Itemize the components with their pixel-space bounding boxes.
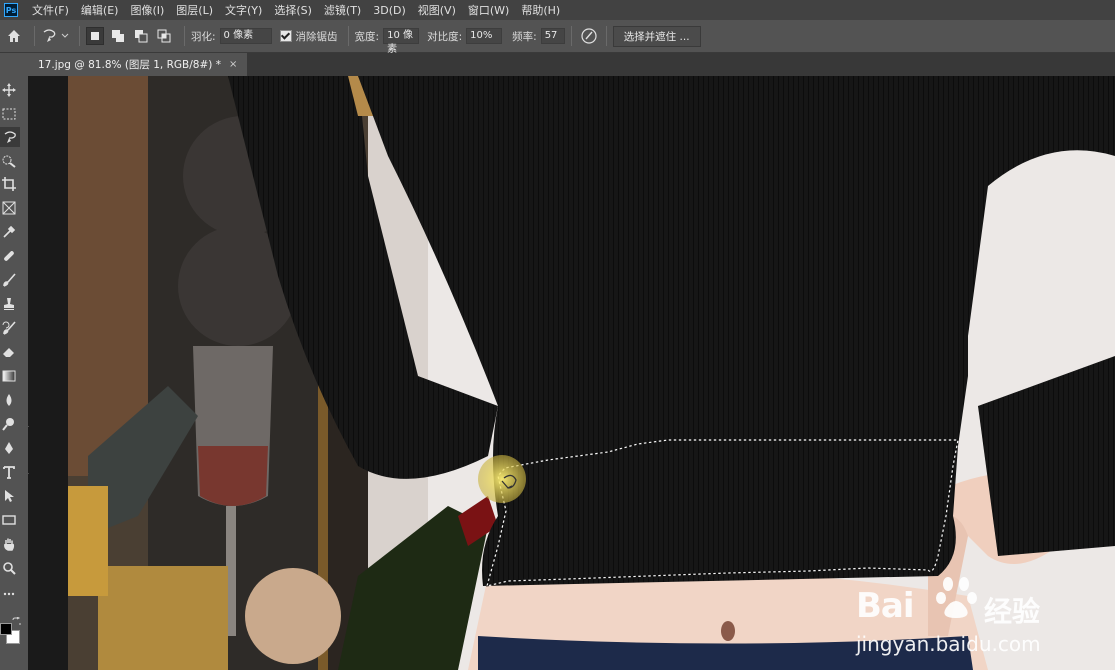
separator xyxy=(184,26,185,46)
separator xyxy=(605,26,607,46)
photoshop-logo[interactable]: Ps xyxy=(4,3,18,17)
menu-window[interactable]: 窗口(W) xyxy=(462,2,515,18)
menu-3d[interactable]: 3D(D) xyxy=(367,4,412,17)
gradient-icon[interactable] xyxy=(1,368,17,384)
separator xyxy=(570,26,572,46)
separator xyxy=(79,26,80,46)
more-icon[interactable] xyxy=(1,586,17,602)
home-icon[interactable] xyxy=(0,29,28,43)
intersect-selection-icon[interactable] xyxy=(155,27,173,45)
baidu-brand-left: Bai xyxy=(856,586,915,626)
lasso-icon[interactable] xyxy=(0,127,20,147)
chevron-down-icon[interactable] xyxy=(61,32,69,40)
antialias-label: 消除锯齿 xyxy=(295,30,338,43)
document-tab[interactable]: 17.jpg @ 81.8% (图层 1, RGB/8#) * × xyxy=(28,53,248,76)
move-icon[interactable] xyxy=(1,82,17,98)
frame-icon[interactable] xyxy=(1,200,17,216)
menu-image[interactable]: 图像(I) xyxy=(124,2,170,18)
contrast-input[interactable]: 10% xyxy=(466,28,503,44)
subtract-selection-icon[interactable] xyxy=(132,27,150,45)
baidu-url: jingyan.baidu.com xyxy=(856,632,1041,656)
contrast-label: 对比度: xyxy=(427,30,463,43)
add-selection-icon[interactable] xyxy=(109,27,127,45)
pen-icon[interactable] xyxy=(1,440,17,456)
baidu-brand-right: 经验 xyxy=(984,595,1041,628)
dodge-icon[interactable] xyxy=(1,416,17,432)
feather-input[interactable]: 0 像素 xyxy=(219,28,272,44)
frequency-label: 频率: xyxy=(512,30,537,43)
brush-icon[interactable] xyxy=(1,272,17,288)
swap-colors-icon[interactable] xyxy=(12,611,21,625)
marquee-icon[interactable] xyxy=(1,106,17,122)
hand-icon[interactable] xyxy=(1,536,17,552)
document-canvas[interactable]: Bai 经验 jingyan.baidu.com xyxy=(28,76,1115,670)
crop-icon[interactable] xyxy=(1,176,17,192)
blur-icon[interactable] xyxy=(1,392,17,408)
baidu-watermark: Bai 经验 jingyan.baidu.com xyxy=(856,576,1056,656)
zoom-icon[interactable] xyxy=(1,560,17,576)
select-and-mask-button[interactable]: 选择并遮住 ... xyxy=(612,25,701,47)
width-input[interactable]: 10 像素 xyxy=(383,28,420,55)
healing-icon[interactable] xyxy=(1,248,17,264)
menu-type[interactable]: 文字(Y) xyxy=(219,2,268,18)
rectangle-icon[interactable] xyxy=(1,512,17,528)
foreground-color-swatch[interactable] xyxy=(0,623,12,635)
menu-bar: Ps 文件(F) 编辑(E) 图像(I) 图层(L) 文字(Y) 选择(S) 滤… xyxy=(0,0,1115,20)
frequency-input[interactable]: 57 xyxy=(540,28,565,44)
stamp-icon[interactable] xyxy=(1,296,17,312)
menu-edit[interactable]: 编辑(E) xyxy=(75,2,125,18)
separator xyxy=(34,26,35,46)
new-selection-icon[interactable] xyxy=(86,27,104,45)
eyedropper-icon[interactable] xyxy=(1,224,17,240)
feather-label: 羽化: xyxy=(191,30,216,43)
document-tab-bar: 17.jpg @ 81.8% (图层 1, RGB/8#) * × xyxy=(28,53,1115,76)
path-select-icon[interactable] xyxy=(1,488,17,504)
width-label: 宽度: xyxy=(354,30,380,43)
magnetic-lasso-icon[interactable] xyxy=(41,28,69,44)
menu-view[interactable]: 视图(V) xyxy=(412,2,462,18)
eraser-icon[interactable] xyxy=(1,344,17,360)
menu-file[interactable]: 文件(F) xyxy=(26,2,75,18)
options-bar: 羽化: 0 像素 消除锯齿 宽度: 10 像素 对比度: 10% 频率: 57 … xyxy=(0,20,1115,55)
history-brush-icon[interactable] xyxy=(1,320,17,336)
pen-pressure-icon[interactable] xyxy=(578,25,600,47)
quick-select-icon[interactable] xyxy=(1,153,17,169)
menu-help[interactable]: 帮助(H) xyxy=(515,2,566,18)
close-icon[interactable]: × xyxy=(229,59,237,70)
menu-filter[interactable]: 滤镜(T) xyxy=(318,2,367,18)
type-icon[interactable] xyxy=(1,464,17,480)
antialias-checkbox[interactable] xyxy=(279,30,292,42)
menu-select[interactable]: 选择(S) xyxy=(268,2,318,18)
separator xyxy=(347,26,349,46)
tools-panel xyxy=(0,53,28,670)
document-tab-title: 17.jpg @ 81.8% (图层 1, RGB/8#) * xyxy=(38,59,221,71)
menu-layer[interactable]: 图层(L) xyxy=(170,2,219,18)
